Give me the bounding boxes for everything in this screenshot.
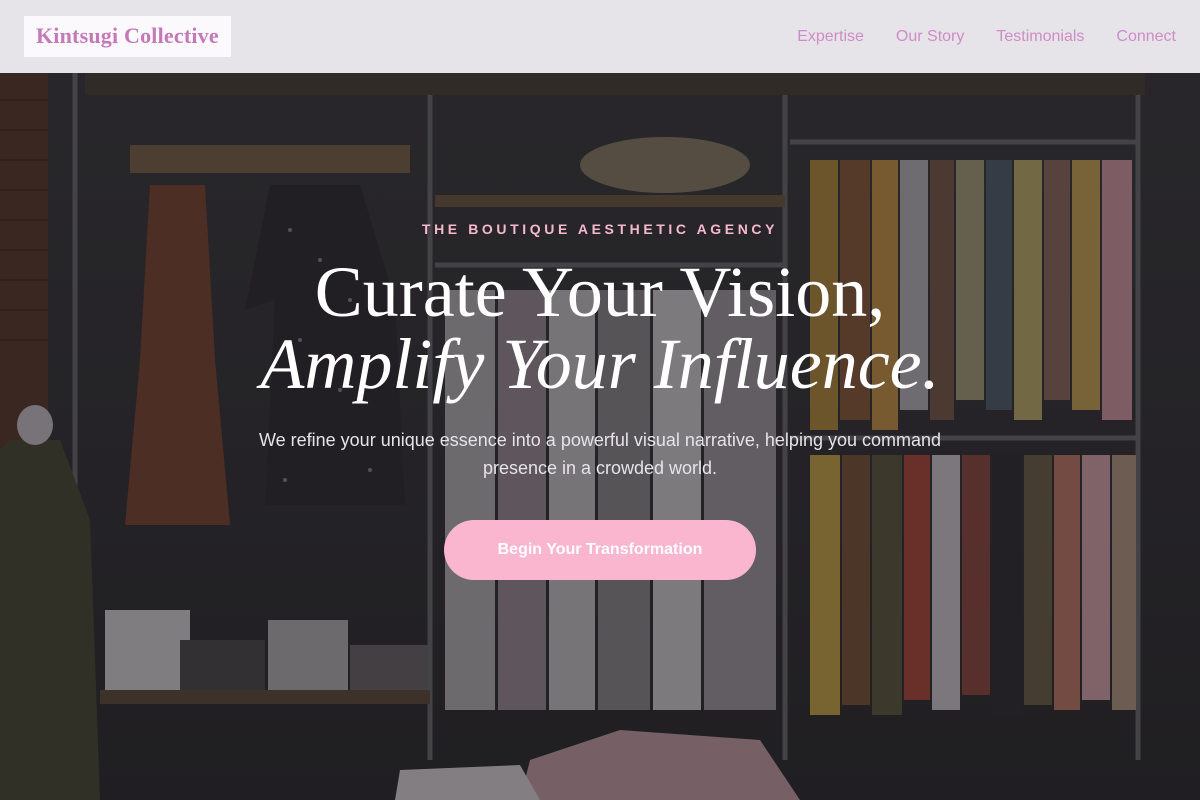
- hero-eyebrow: THE BOUTIQUE AESTHETIC AGENCY: [421, 221, 779, 237]
- hero-headline-line1: Curate Your Vision,: [314, 252, 886, 332]
- nav-link-expertise[interactable]: Expertise: [797, 28, 864, 46]
- hero-subtext: We refine your unique essence into a pow…: [258, 430, 942, 478]
- begin-transformation-button[interactable]: Begin Your Transformation: [444, 520, 756, 580]
- nav-link-testimonials[interactable]: Testimonials: [996, 28, 1084, 46]
- brand-logo[interactable]: Kintsugi Collective: [24, 16, 231, 57]
- nav-link-our-story[interactable]: Our Story: [896, 28, 964, 46]
- nav-link-connect[interactable]: Connect: [1116, 28, 1176, 46]
- hero-headline-line2: Amplify Your Influence.: [260, 324, 940, 404]
- hero-section: THE BOUTIQUE AESTHETIC AGENCY Curate You…: [0, 73, 1200, 800]
- hero-headline: Curate Your Vision, Amplify Your Influen…: [0, 256, 1200, 400]
- nav-links: Expertise Our Story Testimonials Connect: [797, 28, 1176, 46]
- top-navbar: Kintsugi Collective Expertise Our Story …: [0, 0, 1200, 73]
